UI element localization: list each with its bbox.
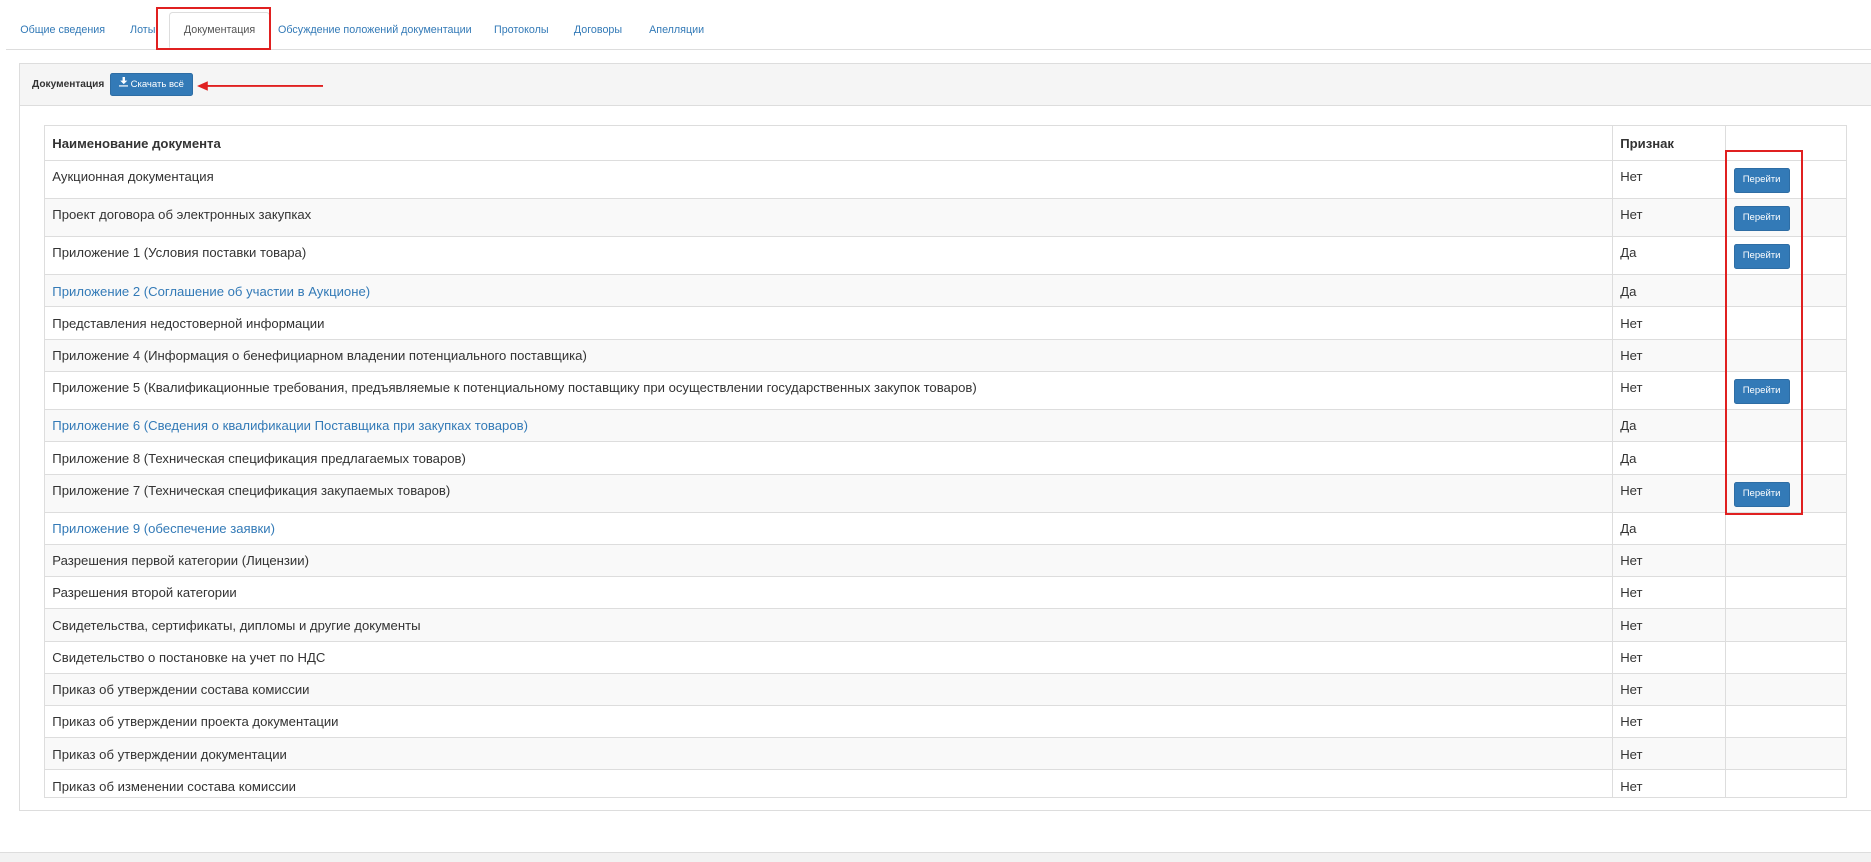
tab-general[interactable]: Общие сведения	[20, 12, 105, 49]
table-row: Приложение 4 (Информация о бенефициарном…	[45, 338, 1846, 371]
document-name-link[interactable]: Приложение 6 (Сведения о квалификации По…	[52, 418, 528, 433]
document-name: Приказ об изменении состава комиссии	[52, 778, 296, 794]
document-flag: Нет	[1620, 169, 1643, 185]
table-row: Приказ об утверждении состава комиссии Не…	[45, 672, 1846, 705]
document-flag: Нет	[1620, 315, 1643, 331]
table-header-row: Наименование документа Признак	[45, 126, 1846, 159]
document-flag: Нет	[1620, 746, 1643, 762]
document-flag: Нет	[1620, 617, 1643, 633]
page-footer-divider	[0, 851, 1871, 862]
document-name: Проект договора об электронных закупках	[52, 207, 312, 223]
tab-appeals[interactable]: Апелляции	[649, 12, 704, 49]
table-row: Приложение 8 (Техническая спецификация п…	[45, 441, 1846, 473]
tab-bar: Общие сведения Лоты Документация Обсужде…	[5, 11, 1871, 50]
table-row: Приложение 6 (Сведения о квалификации По…	[45, 409, 1846, 442]
download-icon	[118, 74, 129, 95]
table-row: Приложение 7 (Техническая спецификация з…	[45, 473, 1846, 512]
document-name: Свидетельство о постановке на учет по НД…	[52, 649, 326, 665]
document-flag: Нет	[1620, 714, 1643, 730]
document-name: Разрешения второй категории	[52, 585, 237, 601]
document-flag: Да	[1620, 245, 1637, 261]
table-row: Приложение 9 (обеспечение заявки) Да	[45, 511, 1846, 544]
document-flag: Да	[1620, 283, 1637, 299]
document-flag: Нет	[1620, 553, 1643, 569]
table-row: Аукционная документация Нет Перейти	[45, 159, 1846, 198]
document-name: Приложение 1 (Условия поставки товара)	[52, 245, 307, 261]
column-header-flag: Признак	[1620, 135, 1674, 151]
table-row: Разрешения второй категории Нет	[45, 576, 1846, 608]
download-all-label: Скачать всё	[130, 78, 184, 90]
document-name: Свидетельства, сертификаты, дипломы и др…	[52, 617, 421, 633]
go-button[interactable]: Перейти	[1733, 206, 1790, 232]
document-flag: Нет	[1620, 207, 1643, 223]
document-name: Приказ об утверждении состава комиссии	[52, 682, 310, 698]
document-flag: Нет	[1620, 380, 1643, 396]
document-name: Приложение 5 (Квалификационные требовани…	[52, 380, 977, 396]
document-name: Представления недостоверной информации	[52, 315, 325, 331]
document-name: Приказ об утверждении документации	[52, 746, 287, 762]
document-name: Приложение 8 (Техническая спецификация п…	[52, 450, 466, 466]
go-button[interactable]: Перейти	[1733, 481, 1790, 507]
panel-title: Документация	[32, 78, 105, 90]
document-flag: Нет	[1620, 649, 1643, 665]
tab-lots[interactable]: Лоты	[130, 12, 155, 49]
table-row: Приложение 5 (Квалификационные требовани…	[45, 370, 1846, 409]
table-row: Свидетельства, сертификаты, дипломы и др…	[45, 608, 1846, 641]
table-row: Проект договора об электронных закупках Н…	[45, 197, 1846, 237]
document-flag: Нет	[1620, 482, 1643, 498]
go-button[interactable]: Перейти	[1733, 379, 1790, 405]
document-name: Разрешения первой категории (Лицензии)	[52, 553, 309, 569]
table-row: Представления недостоверной информации Не…	[45, 306, 1846, 338]
document-name: Приложение 4 (Информация о бенефициарном…	[52, 348, 587, 364]
download-all-button[interactable]: Скачать всё	[109, 72, 194, 97]
tab-contracts[interactable]: Договоры	[574, 12, 622, 49]
documents-table: Наименование документа Признак Аукционна…	[44, 125, 1848, 800]
table-row: Разрешения первой категории (Лицензии) Не…	[45, 543, 1846, 577]
column-header-name: Наименование документа	[52, 135, 221, 151]
column-divider	[1611, 126, 1614, 797]
go-button[interactable]: Перейти	[1733, 167, 1790, 193]
go-button[interactable]: Перейти	[1733, 244, 1790, 270]
tab-discussion[interactable]: Обсуждение положений документации	[278, 12, 472, 49]
column-divider	[1725, 126, 1727, 797]
document-name: Приложение 7 (Техническая спецификация з…	[52, 482, 451, 498]
table-row: Приложение 2 (Соглашение об участии в Ау…	[45, 274, 1846, 307]
document-flag: Да	[1620, 418, 1637, 434]
table-row: Приказ об утверждении документации Нет	[45, 737, 1846, 770]
document-flag: Нет	[1620, 778, 1643, 794]
document-name-link[interactable]: Приложение 9 (обеспечение заявки)	[52, 521, 275, 536]
red-arrow-annotation	[196, 81, 324, 91]
table-row: Свидетельство о постановке на учет по НД…	[45, 640, 1846, 673]
document-flag: Нет	[1620, 585, 1643, 601]
document-name-link[interactable]: Приложение 2 (Соглашение об участии в Ау…	[52, 284, 370, 299]
table-row: Приложение 1 (Условия поставки товара) Да…	[45, 236, 1846, 274]
document-flag: Нет	[1620, 682, 1643, 698]
table-row: Приказ об утверждении проекта документац…	[45, 705, 1846, 737]
document-flag: Нет	[1620, 348, 1643, 364]
tab-documentation[interactable]: Документация	[169, 11, 270, 48]
tab-protocols[interactable]: Протоколы	[494, 12, 549, 49]
document-name: Аукционная документация	[52, 169, 214, 185]
table-row: Приказ об изменении состава комиссии Нет	[45, 769, 1846, 800]
document-flag: Да	[1620, 521, 1637, 537]
document-name: Приказ об утверждении проекта документац…	[52, 714, 339, 730]
document-flag: Да	[1620, 450, 1637, 466]
